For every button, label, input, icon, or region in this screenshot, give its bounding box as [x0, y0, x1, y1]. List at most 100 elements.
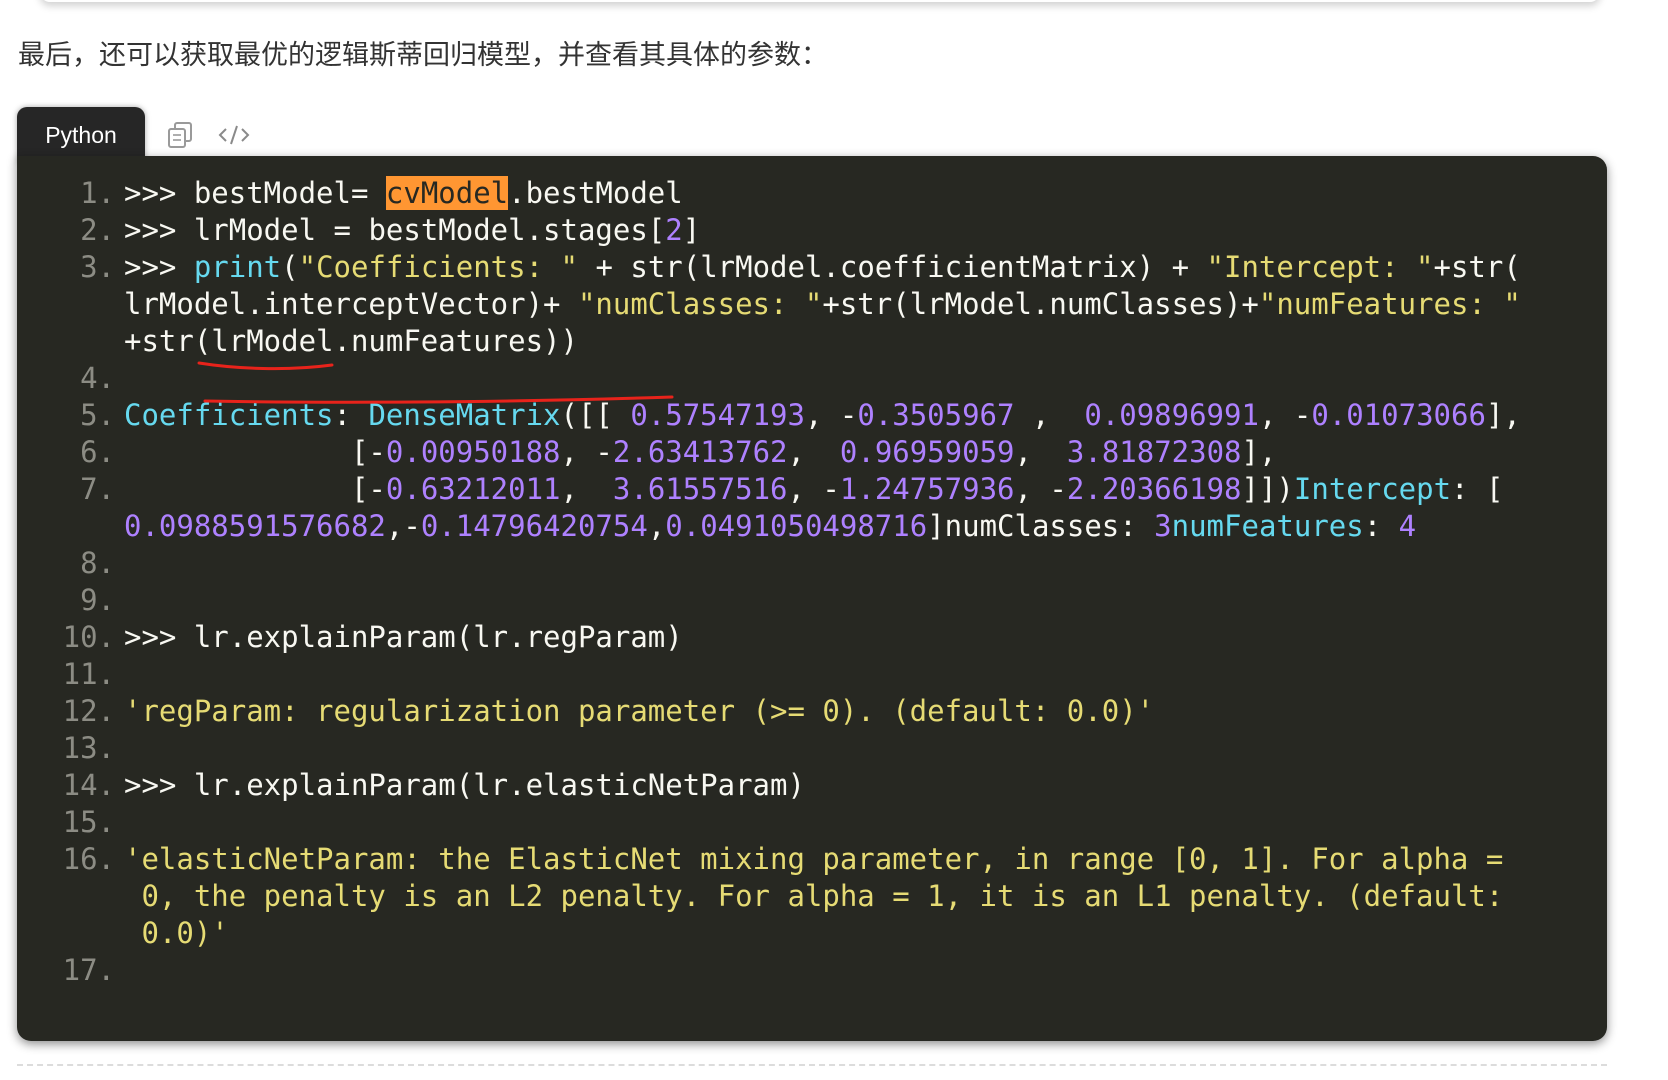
code-line: [-0.00950188, -2.63413762, 0.96959059, 3… [124, 434, 1584, 471]
code-number: 2.20366198 [1066, 472, 1242, 506]
code-line: Coefficients: DenseMatrix([[ 0.57547193,… [124, 397, 1584, 434]
code-line-wrap: +str(lrModel.numFeatures)) [124, 323, 1584, 360]
code-token: : [ [1451, 472, 1504, 506]
code-token: +str( [1433, 250, 1521, 284]
code-token: ([[ [560, 398, 631, 432]
code-number: 0.00950188 [385, 435, 561, 469]
code-number: 0.63212011 [385, 472, 561, 506]
code-token: , - [560, 435, 613, 469]
previous-code-block-edge [40, 0, 1600, 2]
line-number: 6. [80, 435, 115, 469]
code-number: 3.81872308 [1066, 435, 1242, 469]
code-token: = [350, 176, 386, 210]
line-number: 4. [80, 361, 115, 395]
code-number: 0.0491050498716 [665, 509, 928, 543]
code-token: .bestModel [508, 176, 683, 210]
code-keyword: Coefficients [124, 398, 334, 432]
code-token: lrModel.interceptVector)+ [124, 287, 578, 321]
article-paragraph: 最后，还可以获取最优的逻辑斯蒂回归模型，并查看其具体的参数： [18, 40, 828, 71]
code-token: ]numClasses: [927, 509, 1155, 543]
code-line: >>> bestModel= cvModel.bestModel [124, 175, 1584, 212]
line-number: 16. [62, 842, 115, 876]
search-highlight: cvModel [385, 176, 509, 210]
code-token: ], [1485, 398, 1521, 432]
code-number: 2.63413762 [612, 435, 788, 469]
line-number: 3. [80, 250, 115, 284]
line-number: 10. [62, 620, 115, 654]
code-number: 0.57547193 [630, 398, 805, 432]
code-line-wrap: lrModel.interceptVector)+ "numClasses: "… [124, 286, 1584, 323]
line-number: 11. [62, 657, 115, 691]
code-token: , [1014, 435, 1067, 469]
code-line-wrap: 0.0988591576682,-0.14796420754,0.0491050… [124, 508, 1584, 545]
line-number: 5. [80, 398, 115, 432]
code-number: 4 [1398, 509, 1417, 543]
code-string: "numClasses: " [577, 287, 823, 321]
code-token: >>> [124, 250, 194, 284]
line-number: 9. [80, 583, 115, 617]
code-string: "numFeatures: " [1258, 287, 1521, 321]
code-token: [- [124, 435, 386, 469]
code-brackets-icon[interactable] [217, 119, 251, 151]
code-number: 1.24757936 [839, 472, 1015, 506]
code-token: >>> [124, 213, 194, 247]
code-token: , [647, 509, 666, 543]
code-number: 0.01073066 [1311, 398, 1486, 432]
line-number: 2. [80, 213, 115, 247]
code-number: 2 [665, 213, 683, 247]
code-number: 3.61557516 [612, 472, 788, 506]
code-line: 'regParam: regularization parameter (>= … [124, 694, 1155, 728]
language-tab[interactable]: Python [17, 107, 145, 163]
code-line: >>> lr.explainParam(lr.elasticNetParam) [124, 768, 805, 802]
code-token: ( [281, 250, 299, 284]
code-token: [- [124, 472, 386, 506]
section-divider [17, 1064, 1607, 1066]
code-keyword: Intercept [1293, 472, 1452, 506]
line-number: 1. [80, 176, 115, 210]
code-keyword: numFeatures [1171, 509, 1364, 543]
code-number: 0.09896991 [1084, 398, 1259, 432]
code-token: , [1014, 398, 1085, 432]
code-string: "Intercept: " [1206, 250, 1434, 284]
code-token: + str(lrModel.coefficientMatrix) + [577, 250, 1207, 284]
code-line: >>> lr.explainParam(lr.regParam) [124, 620, 683, 654]
code-token: , - [804, 398, 858, 432]
line-number: 14. [62, 768, 115, 802]
code-string: "Coefficients: " [298, 250, 578, 284]
code-keyword: DenseMatrix [368, 398, 561, 432]
code-token: , - [1014, 472, 1067, 506]
code-token: >>> [124, 176, 194, 210]
code-number: 0.0988591576682 [124, 509, 386, 543]
code-token: ,- [385, 509, 421, 543]
code-number: 0.96959059 [839, 435, 1015, 469]
line-number: 13. [62, 731, 115, 765]
code-token: ]]) [1241, 472, 1294, 506]
code-token: +str(lrModel.numFeatures)) [124, 324, 578, 358]
line-number: 17. [62, 953, 115, 987]
code-block: 1. 2. 3. 4. 5. 6. 7. 8. 9. 10. 11. 12. 1… [17, 156, 1607, 1041]
line-number: 15. [62, 805, 115, 839]
code-line-wrap: 0.0)' [124, 916, 229, 950]
code-token: : [1363, 509, 1399, 543]
line-number: 12. [62, 694, 115, 728]
line-number: 7. [80, 472, 115, 506]
code-line-wrap: 0, the penalty is an L2 penalty. For alp… [124, 879, 1504, 913]
code-token: : [333, 398, 369, 432]
code-token: , [560, 472, 613, 506]
code-token: ] [682, 213, 701, 247]
code-token: bestModel [193, 176, 351, 210]
line-number: 8. [80, 546, 115, 580]
code-keyword: print [193, 250, 282, 284]
code-token: , - [787, 472, 840, 506]
code-token: ], [1241, 435, 1277, 469]
code-token: , [787, 435, 840, 469]
code-number: 0.14796420754 [420, 509, 648, 543]
copy-icon[interactable] [165, 119, 199, 151]
code-number: 3 [1154, 509, 1172, 543]
code-line: >>> print("Coefficients: " + str(lrModel… [124, 249, 1584, 286]
code-block-toolbar: Python [17, 107, 1617, 163]
code-token: +str(lrModel.numClasses)+ [822, 287, 1259, 321]
code-line: [-0.63212011, 3.61557516, -1.24757936, -… [124, 471, 1584, 508]
code-line: 'elasticNetParam: the ElasticNet mixing … [124, 842, 1504, 876]
code-number: 0.3505967 [857, 398, 1015, 432]
